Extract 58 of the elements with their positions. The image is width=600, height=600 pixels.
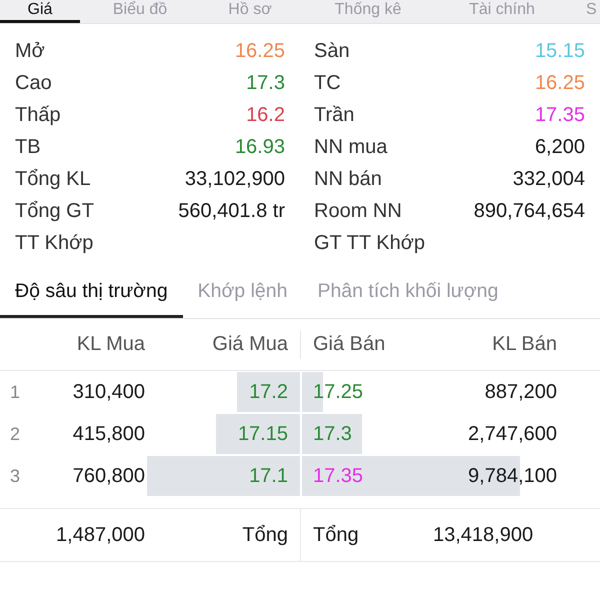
stat-label: NN mua [314, 136, 388, 158]
column-header: Giá Bán [312, 333, 386, 356]
tab[interactable]: Thống kê [300, 0, 436, 23]
stat-value: 33,102,900 [184, 168, 285, 190]
stat-value: 890,764,654 [474, 200, 585, 222]
total-label: Tổng [312, 524, 360, 546]
tab[interactable]: S [568, 0, 600, 23]
total-volume: 13,418,900 [433, 524, 534, 546]
bid-price: 17.1 [248, 464, 289, 488]
stat-label: Room NN [314, 200, 402, 222]
stat-value: 6,200 [534, 136, 585, 158]
stat-label: Tổng KL [15, 168, 91, 190]
ask-price: 17.35 [312, 464, 364, 488]
stat-value: 16.25 [534, 72, 585, 94]
stat-value: 16.2 [246, 104, 285, 126]
stat-value: 560,401.8 tr [178, 200, 285, 222]
tab[interactable]: Độ sâu thị trường [0, 268, 183, 318]
ask-volume: 2,747,600 [467, 422, 558, 446]
bid-volume: 760,800 [72, 464, 145, 488]
column-header: Giá Mua [211, 333, 289, 356]
stat-label: Tổng GT [15, 200, 94, 222]
tab[interactable]: Tài chính [436, 0, 568, 23]
tab[interactable]: Giá [0, 0, 80, 23]
ask-volume: 887,200 [484, 380, 558, 404]
bid-price: 17.2 [248, 380, 289, 404]
stat-label: Sàn [314, 40, 350, 62]
stat-label: GT TT Khớp [314, 232, 425, 254]
stat-value: 17.3 [246, 72, 285, 94]
bid-price: 17.15 [236, 422, 289, 446]
tab[interactable]: Phân tích khối lượng [302, 268, 514, 318]
stat-label: NN bán [314, 168, 382, 190]
tab[interactable]: Hồ sơ [200, 0, 300, 23]
stat-label: Mở [15, 40, 45, 62]
column-header: KL Bán [491, 333, 558, 356]
stat-value: 17.35 [534, 104, 585, 126]
total-label: Tổng [241, 524, 289, 546]
column-header: KL Mua [76, 333, 145, 356]
row-number: 2 [9, 424, 22, 444]
stat-value: 15.15 [534, 40, 585, 62]
stat-value: 16.93 [234, 136, 285, 158]
stat-label: TC [314, 72, 341, 94]
stat-label: TT Khớp [15, 232, 94, 254]
ask-price: 17.25 [312, 380, 364, 404]
row-number: 1 [9, 382, 22, 402]
tab[interactable]: Biểu đồ [80, 0, 200, 23]
stat-label: Trần [314, 104, 354, 126]
stat-label: Thấp [15, 104, 61, 126]
ask-price: 17.3 [312, 422, 353, 446]
stat-value: 16.25 [234, 40, 285, 62]
bid-volume: 310,400 [72, 380, 145, 404]
stat-label: TB [15, 136, 41, 158]
tab[interactable]: Khớp lệnh [182, 268, 302, 318]
ask-volume: 9,784,100 [467, 464, 558, 488]
stat-label: Cao [15, 72, 52, 94]
row-number: 3 [9, 466, 22, 486]
stat-value: 332,004 [512, 168, 585, 190]
total-volume: 1,487,000 [55, 524, 145, 546]
bid-volume: 415,800 [72, 422, 145, 446]
